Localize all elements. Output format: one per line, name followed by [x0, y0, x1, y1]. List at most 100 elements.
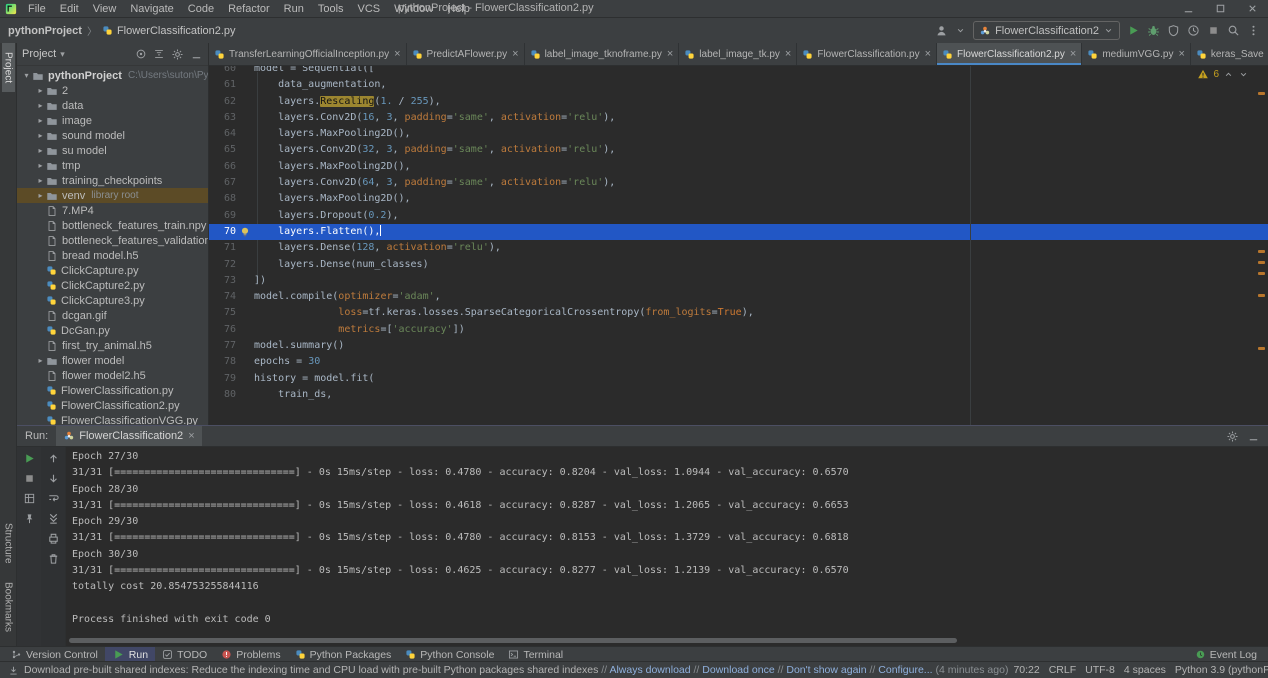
print-icon[interactable] [47, 532, 60, 545]
code-line-68[interactable]: 68 layers.MaxPooling2D(), [209, 191, 1268, 207]
user-icon[interactable] [935, 24, 948, 37]
tree-item-sound-model[interactable]: ▸sound model [17, 128, 208, 143]
chevron-down-icon[interactable] [955, 25, 966, 36]
menu-tools[interactable]: Tools [311, 3, 351, 15]
tree-item-su-model[interactable]: ▸su model [17, 143, 208, 158]
tree-item-clickcapture2-py[interactable]: ClickCapture2.py [17, 278, 208, 293]
tree-item-first-try-animal-h5[interactable]: first_try_animal.h5 [17, 338, 208, 353]
bug-icon[interactable] [1147, 24, 1160, 37]
stop-icon[interactable] [1207, 24, 1220, 37]
menu-vcs[interactable]: VCS [351, 3, 388, 15]
code-line-78[interactable]: 78epochs = 30 [209, 354, 1268, 370]
status-widget-4-spaces[interactable]: 4 spaces [1124, 664, 1166, 676]
status-link-configure-[interactable]: Configure... [878, 664, 932, 676]
breadcrumb-project[interactable]: pythonProject [8, 25, 82, 37]
menu-edit[interactable]: Edit [53, 3, 86, 15]
code-editor[interactable]: 60model = Sequential([61 data_augmentati… [209, 66, 1268, 425]
pin-tab-icon[interactable] [23, 512, 36, 525]
editor-tab-flowerclassification2-py[interactable]: FlowerClassification2.py× [937, 43, 1082, 65]
tool-window-button-python-packages[interactable]: Python Packages [288, 647, 399, 662]
chevron-collapsed-icon[interactable]: ▸ [35, 86, 46, 95]
run-console[interactable]: Epoch 27/3031/31 [======================… [66, 447, 1268, 647]
tree-item-2[interactable]: ▸2 [17, 83, 208, 98]
code-line-63[interactable]: 63 layers.Conv2D(16, 3, padding='same', … [209, 110, 1268, 126]
intention-bulb-icon[interactable] [236, 226, 254, 238]
editor-tab-transferlearningofficialinception-py[interactable]: TransferLearningOfficialInception.py× [209, 43, 407, 65]
chevron-collapsed-icon[interactable]: ▸ [35, 176, 46, 185]
menu-navigate[interactable]: Navigate [123, 3, 180, 15]
stop-icon[interactable] [23, 472, 36, 485]
tree-item-flowerclassificationvgg-py[interactable]: FlowerClassificationVGG.py [17, 413, 208, 425]
close-icon[interactable]: × [785, 48, 791, 60]
run-tab[interactable]: FlowerClassification2 × [56, 426, 201, 446]
tree-item-dcgan-gif[interactable]: dcgan.gif [17, 308, 208, 323]
chevron-down-icon[interactable] [1238, 69, 1249, 80]
tool-window-button-problems[interactable]: Problems [214, 647, 287, 662]
tool-window-button-todo[interactable]: TODO [155, 647, 214, 662]
code-line-62[interactable]: 62 layers.Rescaling(1. / 255), [209, 94, 1268, 110]
close-icon[interactable]: × [925, 48, 931, 60]
close-icon[interactable]: × [1178, 48, 1184, 60]
tree-item-bread-model-h5[interactable]: bread model.h5 [17, 248, 208, 263]
coverage-shield-icon[interactable] [1167, 24, 1180, 37]
status-widget-crlf[interactable]: CRLF [1049, 664, 1076, 676]
chevron-collapsed-icon[interactable]: ▸ [35, 101, 46, 110]
close-icon[interactable]: × [667, 48, 673, 60]
status-link-always-download[interactable]: Always download [609, 664, 690, 676]
tree-item-dcgan-py[interactable]: DcGan.py [17, 323, 208, 338]
chevron-up-icon[interactable] [1223, 69, 1234, 80]
chevron-expanded-icon[interactable]: ▾ [21, 71, 32, 80]
menu-file[interactable]: File [21, 3, 53, 15]
chevron-collapsed-icon[interactable]: ▸ [35, 191, 46, 200]
status-link-don-t-show-again[interactable]: Don't show again [786, 664, 866, 676]
editor-tab-label-image-tk-py[interactable]: label_image_tk.py× [679, 43, 797, 65]
tree-item-data[interactable]: ▸data [17, 98, 208, 113]
close-icon[interactable]: × [512, 48, 518, 60]
menu-view[interactable]: View [86, 3, 124, 15]
code-line-76[interactable]: 76 metrics=['accuracy']) [209, 322, 1268, 338]
tree-item-flower-model[interactable]: ▸flower model [17, 353, 208, 368]
run-config-selector[interactable]: FlowerClassification2 [973, 21, 1120, 40]
close-icon[interactable]: × [188, 430, 194, 442]
clear-all-icon[interactable] [47, 552, 60, 565]
code-line-69[interactable]: 69 layers.Dropout(0.2), [209, 208, 1268, 224]
close-button[interactable] [1236, 0, 1268, 17]
tree-item-clickcapture-py[interactable]: ClickCapture.py [17, 263, 208, 278]
rerun-icon[interactable] [23, 452, 36, 465]
code-line-70[interactable]: 70 layers.Flatten(), [209, 224, 1268, 240]
tree-item-bottleneck-features-validation-npy[interactable]: bottleneck_features_validation.npy [17, 233, 208, 248]
code-line-71[interactable]: 71 layers.Dense(128, activation='relu'), [209, 240, 1268, 256]
editor-tab-label-image-tknoframe-py[interactable]: label_image_tknoframe.py× [525, 43, 680, 65]
error-stripe[interactable] [1255, 66, 1268, 425]
tool-window-button-terminal[interactable]: Terminal [501, 647, 570, 662]
code-line-61[interactable]: 61 data_augmentation, [209, 77, 1268, 93]
tree-root-pythonproject[interactable]: ▾pythonProjectC:\Users\suton\Pyc [17, 68, 208, 83]
tree-item-training-checkpoints[interactable]: ▸training_checkpoints [17, 173, 208, 188]
maximize-button[interactable] [1204, 0, 1236, 17]
inspections-widget[interactable]: 6 [1194, 68, 1252, 80]
menu-run[interactable]: Run [277, 3, 311, 15]
status-widget-python-3-9-pythonproject-[interactable]: Python 3.9 (pythonProject) [1175, 664, 1268, 676]
code-line-64[interactable]: 64 layers.MaxPooling2D(), [209, 126, 1268, 142]
warning-stripe-mark[interactable] [1258, 347, 1265, 350]
warning-stripe-mark[interactable] [1258, 272, 1265, 275]
close-icon[interactable]: × [394, 48, 400, 60]
tree-item-flower-model2-h5[interactable]: flower model2.h5 [17, 368, 208, 383]
tree-item-image[interactable]: ▸image [17, 113, 208, 128]
up-stack-trace-icon[interactable] [47, 452, 60, 465]
code-line-60[interactable]: 60model = Sequential([ [209, 66, 1268, 77]
tool-window-button-version-control[interactable]: Version Control [4, 647, 105, 662]
chevron-collapsed-icon[interactable]: ▸ [35, 116, 46, 125]
collapse-all-icon[interactable] [153, 48, 165, 60]
tree-item-venv[interactable]: ▸venvlibrary root [17, 188, 208, 203]
profiler-icon[interactable] [1187, 24, 1200, 37]
code-line-77[interactable]: 77model.summary() [209, 338, 1268, 354]
close-icon[interactable]: × [1070, 48, 1076, 60]
minimize-button[interactable] [1172, 0, 1204, 17]
code-line-80[interactable]: 80 train_ds, [209, 387, 1268, 403]
tree-item-tmp[interactable]: ▸tmp [17, 158, 208, 173]
project-panel-title[interactable]: Project [22, 48, 56, 60]
editor-tab-mediumvgg-py[interactable]: mediumVGG.py× [1082, 43, 1191, 65]
chevron-collapsed-icon[interactable]: ▸ [35, 161, 46, 170]
scroll-to-end-icon[interactable] [47, 512, 60, 525]
